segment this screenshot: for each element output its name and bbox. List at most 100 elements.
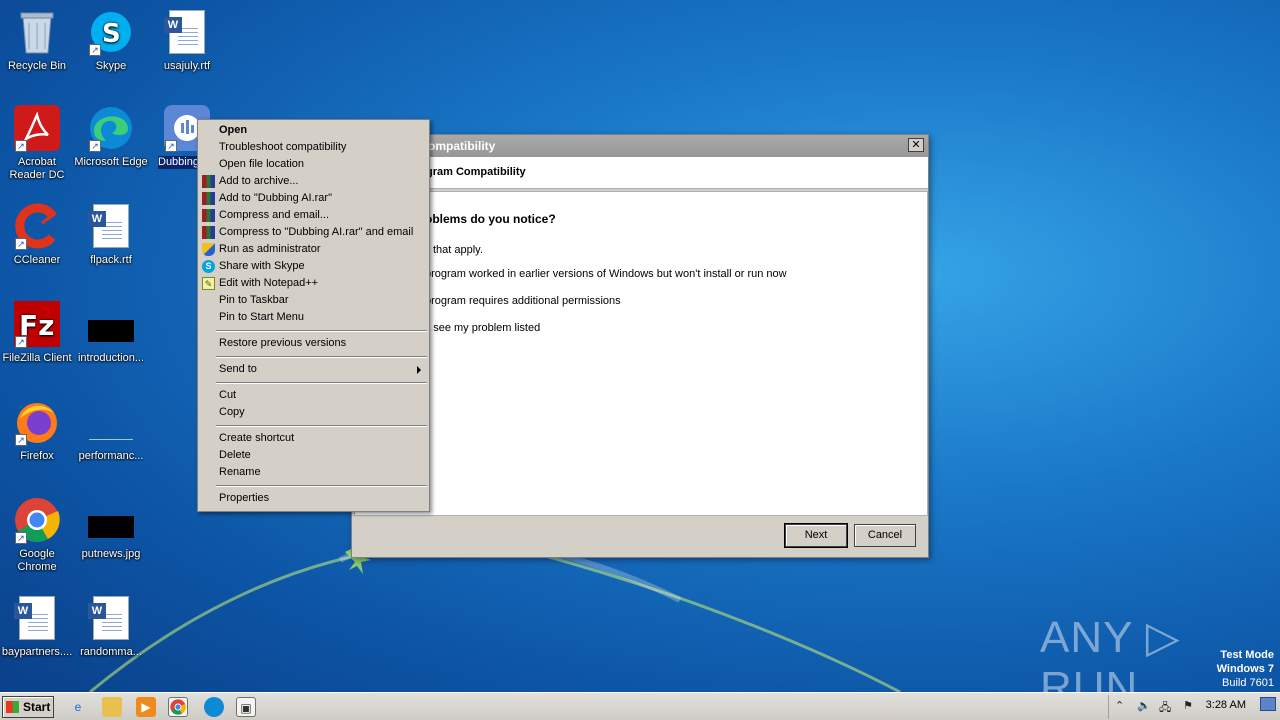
- menu-item-open-file-location[interactable]: Open file location: [198, 156, 429, 173]
- menu-item-compress-and-email[interactable]: Compress and email...: [198, 207, 429, 224]
- menu-item-send-to[interactable]: Send to: [198, 361, 429, 378]
- desktop-icon-putnews[interactable]: putnews.jpg: [74, 496, 148, 561]
- uac-shield-icon: [202, 243, 215, 256]
- desktop-icon-label: Dubbing: [158, 156, 199, 169]
- start-button[interactable]: Start: [2, 696, 54, 718]
- desktop-icon-firefox[interactable]: ↗ Firefox: [0, 398, 74, 463]
- desktop-icon-randomma[interactable]: W randomma...: [74, 594, 148, 659]
- test-mode-label: Test Mode Windows 7 Build 7601: [1217, 648, 1274, 690]
- cancel-button[interactable]: Cancel: [854, 524, 916, 547]
- menu-item-label: Pin to Start Menu: [219, 311, 304, 323]
- dialog-content: oblems do you notice? ll that apply. pro…: [354, 191, 928, 516]
- volume-icon[interactable]: 🔈: [1137, 699, 1151, 712]
- menu-item-create-shortcut[interactable]: Create shortcut: [198, 430, 429, 447]
- menu-item-delete[interactable]: Delete: [198, 447, 429, 464]
- menu-item-cut[interactable]: Cut: [198, 387, 429, 404]
- chrome-icon[interactable]: [168, 697, 188, 717]
- desktop-icon-label: Skype: [95, 60, 127, 72]
- menu-item-properties[interactable]: Properties: [198, 490, 429, 507]
- svg-text:S: S: [102, 19, 121, 49]
- menu-item-label: Compress to "Dubbing AI.rar" and email: [219, 226, 414, 238]
- notepadpp-icon: ✎: [202, 277, 215, 290]
- menu-item-troubleshoot-compatibility[interactable]: Troubleshoot compatibility: [198, 139, 429, 156]
- desktop-icon-acrobat[interactable]: ↗ Acrobat Reader DC: [0, 104, 74, 182]
- os-name-text: Windows 7: [1216, 663, 1274, 675]
- problem-option-permissions[interactable]: program requires additional permissions: [425, 295, 621, 307]
- desktop-icon-chrome[interactable]: ↗ Google Chrome: [0, 496, 74, 574]
- desktop-icon-label: introduction...: [77, 352, 145, 364]
- menu-item-restore-previous-versions[interactable]: Restore previous versions: [198, 335, 429, 352]
- menu-item-label: Edit with Notepad++: [219, 277, 319, 289]
- desktop-icon-skype[interactable]: S ↗ Skype: [74, 8, 148, 73]
- menu-item-pin-to-taskbar[interactable]: Pin to Taskbar: [198, 292, 429, 309]
- ccleaner-icon: ↗: [13, 202, 61, 250]
- dialog-titlebar[interactable]: ompatibility: [352, 135, 928, 157]
- desktop-icon-baypartners[interactable]: W baypartners....: [0, 594, 74, 659]
- dialog-close-button[interactable]: ✕: [908, 138, 924, 152]
- menu-item-label: Add to archive...: [219, 175, 299, 187]
- desktop-icon-label: performanc...: [78, 450, 144, 462]
- menu-item-label: Add to "Dubbing AI.rar": [219, 192, 332, 204]
- network-icon[interactable]: 🖧: [1159, 699, 1171, 718]
- menu-item-label: Cut: [219, 389, 237, 401]
- system-tray: ⌃ 🔈 🖧 ⚑: [1108, 695, 1280, 719]
- menu-item-compress-to-rar-and-email[interactable]: Compress to "Dubbing AI.rar" and email: [198, 224, 429, 241]
- desktop-icon-label: baypartners....: [1, 646, 73, 658]
- desktop-icon-filezilla[interactable]: Fz ↗ FileZilla Client: [0, 300, 74, 365]
- image-file-icon: [87, 398, 135, 446]
- shortcut-arrow-icon: ↗: [89, 140, 101, 152]
- desktop-icon-flpack[interactable]: W flpack.rtf: [74, 202, 148, 267]
- menu-item-label: Compress and email...: [219, 209, 330, 221]
- shortcut-arrow-icon: ↗: [15, 532, 27, 544]
- dialog-hint: ll that apply.: [425, 244, 483, 256]
- word-doc-icon: W: [87, 202, 135, 250]
- problem-option-earlier-versions[interactable]: program worked in earlier versions of Wi…: [425, 268, 787, 280]
- desktop-icon-edge[interactable]: ↗ Microsoft Edge: [74, 104, 148, 169]
- action-center-flag-icon[interactable]: ⚑: [1183, 699, 1193, 712]
- internet-explorer-icon[interactable]: e: [68, 697, 88, 717]
- menu-item-add-to-archive[interactable]: Add to archive...: [198, 173, 429, 190]
- desktop-icon-ccleaner[interactable]: ↗ CCleaner: [0, 202, 74, 267]
- desktop-icon-label: CCleaner: [13, 254, 61, 266]
- edge-icon[interactable]: [204, 697, 224, 717]
- desktop-icon-introduction[interactable]: introduction...: [74, 300, 148, 365]
- context-menu[interactable]: Open Troubleshoot compatibility Open fil…: [197, 119, 430, 512]
- media-player-icon[interactable]: ▶: [136, 697, 156, 717]
- show-desktop-button[interactable]: [1260, 697, 1276, 711]
- explorer-folder-icon[interactable]: [102, 697, 122, 717]
- menu-item-pin-to-start-menu[interactable]: Pin to Start Menu: [198, 309, 429, 326]
- shortcut-arrow-icon: ↗: [15, 238, 27, 250]
- menu-separator: [198, 378, 429, 387]
- desktop-icon-performance[interactable]: performanc...: [74, 398, 148, 463]
- winrar-icon: [202, 192, 215, 205]
- menu-item-run-as-administrator[interactable]: Run as administrator: [198, 241, 429, 258]
- desktop-icon-usajuly[interactable]: W usajuly.rtf: [150, 8, 224, 73]
- menu-item-copy[interactable]: Copy: [198, 404, 429, 421]
- menu-item-label: Pin to Taskbar: [219, 294, 289, 306]
- program-compatibility-dialog[interactable]: ompatibility ✕ gram Compatibility oblems…: [351, 134, 929, 558]
- menu-item-rename[interactable]: Rename: [198, 464, 429, 481]
- winrar-icon: [202, 175, 215, 188]
- desktop-icon-label: flpack.rtf: [90, 254, 132, 266]
- menu-item-label: Troubleshoot compatibility: [219, 141, 347, 153]
- shortcut-arrow-icon: ↗: [15, 336, 27, 348]
- menu-item-share-with-skype[interactable]: S Share with Skype: [198, 258, 429, 275]
- skype-icon: S ↗: [87, 8, 135, 56]
- black-image-icon: [87, 300, 135, 348]
- filezilla-icon: Fz ↗: [13, 300, 61, 348]
- taskbar-clock[interactable]: 3:28 AM: [1206, 699, 1246, 711]
- problem-option-not-listed[interactable]: 't see my problem listed: [425, 322, 540, 334]
- show-hidden-icons-icon[interactable]: ⌃: [1115, 699, 1124, 712]
- menu-item-open[interactable]: Open: [198, 122, 429, 139]
- skype-icon: S: [202, 260, 215, 273]
- test-mode-text: Test Mode: [1220, 649, 1274, 661]
- next-button[interactable]: Next: [784, 523, 848, 548]
- menu-item-add-to-rar[interactable]: Add to "Dubbing AI.rar": [198, 190, 429, 207]
- dialog-header-title: gram Compatibility: [426, 166, 526, 178]
- menu-item-label: Open: [219, 124, 248, 136]
- taskbar: Start e ▶ ▣ ⌃ 🔈 🖧 ⚑ 3:28 AM: [0, 692, 1280, 720]
- menu-item-edit-with-notepadpp[interactable]: ✎ Edit with Notepad++: [198, 275, 429, 292]
- program-compatibility-icon[interactable]: ▣: [236, 697, 256, 717]
- desktop-icon-recycle-bin[interactable]: Recycle Bin: [0, 8, 74, 73]
- word-doc-icon: W: [87, 594, 135, 642]
